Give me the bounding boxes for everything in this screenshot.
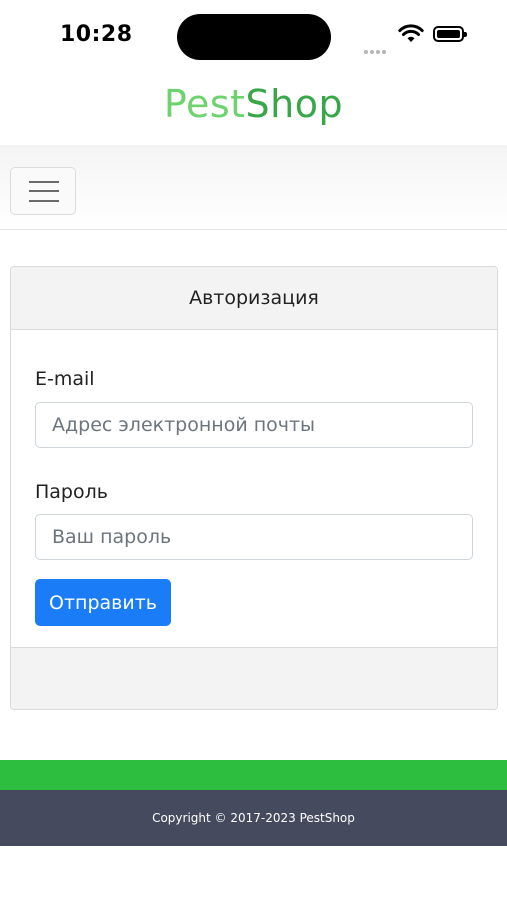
dynamic-island bbox=[177, 14, 331, 60]
navbar bbox=[0, 145, 507, 230]
site-logo[interactable]: PestShop bbox=[0, 82, 507, 126]
logo-part-pest: Pest bbox=[163, 82, 246, 126]
login-card-title: Авторизация bbox=[11, 267, 497, 330]
email-field[interactable] bbox=[35, 402, 473, 448]
hamburger-line bbox=[29, 200, 59, 202]
logo-part-shop: Shop bbox=[245, 82, 344, 126]
hamburger-menu-icon bbox=[29, 181, 59, 183]
submit-button[interactable]: Отправить bbox=[35, 579, 171, 626]
green-divider-bar bbox=[0, 760, 507, 790]
email-label: E-mail bbox=[35, 368, 95, 390]
status-bar: 10:28 bbox=[0, 0, 507, 72]
password-label: Пароль bbox=[35, 481, 108, 503]
login-form: E-mail Пароль Отправить bbox=[11, 330, 497, 650]
hamburger-line bbox=[29, 190, 59, 192]
status-time: 10:28 bbox=[60, 22, 133, 47]
battery-icon bbox=[433, 26, 467, 42]
page-footer: Copyright © 2017-2023 PestShop bbox=[0, 790, 507, 846]
password-field[interactable] bbox=[35, 514, 473, 560]
signal-dots-icon bbox=[364, 39, 392, 54]
hamburger-menu-button[interactable] bbox=[10, 167, 76, 215]
login-card: Авторизация E-mail Пароль Отправить bbox=[10, 266, 498, 710]
login-card-footer bbox=[11, 647, 497, 709]
copyright-text: Copyright © 2017-2023 PestShop bbox=[152, 811, 355, 825]
wifi-icon bbox=[398, 24, 424, 42]
